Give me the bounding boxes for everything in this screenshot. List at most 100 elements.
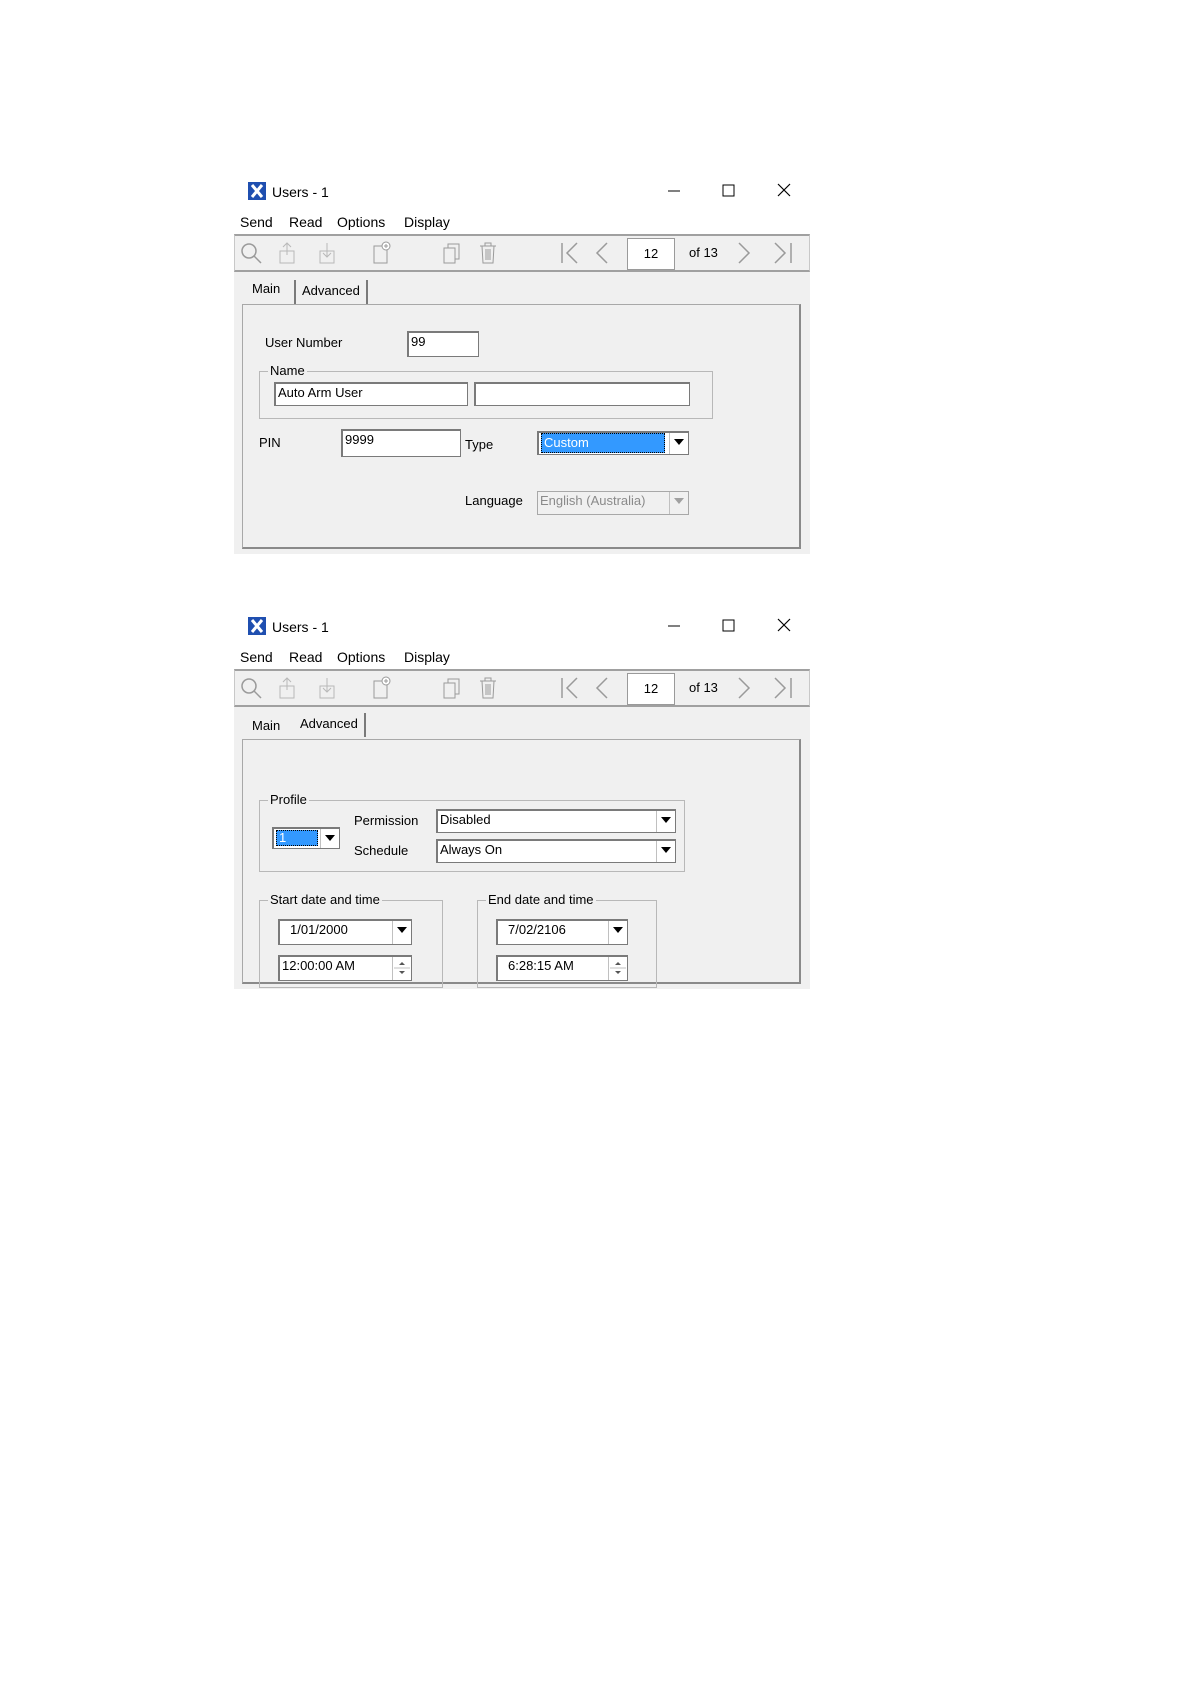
start-date-value: 1/01/2000 xyxy=(290,922,348,937)
profile-select[interactable]: 1 xyxy=(272,827,340,849)
record-count: of 13 xyxy=(689,245,718,260)
spinner-icon[interactable] xyxy=(608,957,627,980)
last-record-icon[interactable] xyxy=(769,241,795,265)
toolbar: 12 of 13 xyxy=(234,234,810,272)
menu-options[interactable]: Options xyxy=(337,649,385,665)
type-select[interactable]: Custom xyxy=(537,431,689,455)
dialog-body: Main Advanced Profile 1 Permission Disab… xyxy=(234,707,810,989)
tab-advanced[interactable]: Advanced xyxy=(294,280,368,304)
menu-send[interactable]: Send xyxy=(240,649,273,665)
minimize-icon[interactable] xyxy=(662,615,686,637)
type-value: Custom xyxy=(541,433,665,453)
title-bar: Users - 1 xyxy=(234,607,810,647)
window-title: Users - 1 xyxy=(272,619,329,635)
dropdown-arrow-icon[interactable] xyxy=(320,829,339,848)
end-date-picker[interactable]: 7/02/2106 xyxy=(496,919,628,945)
toolbar: 12 of 13 xyxy=(234,669,810,707)
record-number-field[interactable]: 12 xyxy=(627,238,675,270)
schedule-select[interactable]: Always On xyxy=(436,839,676,863)
start-time-value: 12:00:00 AM xyxy=(282,958,355,973)
first-record-icon[interactable] xyxy=(559,241,585,265)
record-number-field[interactable]: 12 xyxy=(627,673,675,705)
download-icon[interactable] xyxy=(315,241,341,265)
delete-icon[interactable] xyxy=(475,676,501,700)
permission-label: Permission xyxy=(354,813,419,828)
download-icon[interactable] xyxy=(315,676,341,700)
name-second-field[interactable] xyxy=(474,382,690,406)
window-title: Users - 1 xyxy=(272,184,329,200)
start-group-label: Start date and time xyxy=(268,892,382,907)
search-icon[interactable] xyxy=(238,676,264,700)
menu-send[interactable]: Send xyxy=(240,214,273,230)
menu-display[interactable]: Display xyxy=(404,214,450,230)
last-record-icon[interactable] xyxy=(769,676,795,700)
app-x-icon xyxy=(248,617,266,635)
maximize-icon[interactable] xyxy=(716,180,740,202)
permission-select[interactable]: Disabled xyxy=(436,809,676,833)
profile-group: Profile 1 Permission Disabled Schedule A… xyxy=(259,792,685,872)
name-group: Name Auto Arm User xyxy=(259,363,713,419)
menu-read[interactable]: Read xyxy=(289,214,322,230)
minimize-icon[interactable] xyxy=(662,180,686,202)
schedule-value: Always On xyxy=(440,842,503,857)
name-first-field[interactable]: Auto Arm User xyxy=(274,382,468,406)
delete-icon[interactable] xyxy=(475,241,501,265)
language-label: Language xyxy=(465,493,523,508)
end-group-label: End date and time xyxy=(486,892,596,907)
end-date-value: 7/02/2106 xyxy=(508,922,566,937)
upload-icon[interactable] xyxy=(275,676,301,700)
language-select[interactable]: English (Australia) xyxy=(537,491,689,515)
start-date-group: Start date and time 1/01/2000 12:00:00 A… xyxy=(259,892,443,988)
profile-value: 1 xyxy=(276,830,318,846)
menu-display[interactable]: Display xyxy=(404,649,450,665)
dropdown-arrow-icon[interactable] xyxy=(656,841,675,862)
start-time-field[interactable]: 12:00:00 AM xyxy=(278,955,412,981)
upload-icon[interactable] xyxy=(275,241,301,265)
menu-bar: Send Read Options Display xyxy=(234,212,810,234)
tab-advanced[interactable]: Advanced xyxy=(294,713,366,737)
schedule-label: Schedule xyxy=(354,843,409,858)
app-x-icon xyxy=(248,182,266,200)
language-value: English (Australia) xyxy=(540,493,646,508)
menu-bar: Send Read Options Display xyxy=(234,647,810,669)
user-number-field[interactable]: 99 xyxy=(407,331,479,357)
previous-record-icon[interactable] xyxy=(591,676,617,700)
tab-main[interactable]: Main xyxy=(246,278,287,302)
new-record-icon[interactable] xyxy=(369,241,395,265)
first-record-icon[interactable] xyxy=(559,676,585,700)
next-record-icon[interactable] xyxy=(731,241,757,265)
name-group-label: Name xyxy=(268,363,307,378)
profile-group-label: Profile xyxy=(268,792,309,807)
main-tab-panel: User Number 99 Name Auto Arm User PIN 99… xyxy=(242,304,801,549)
maximize-icon[interactable] xyxy=(716,615,740,637)
permission-value: Disabled xyxy=(440,812,491,827)
end-time-value: 6:28:15 AM xyxy=(508,958,574,973)
dropdown-arrow-icon[interactable] xyxy=(669,433,688,454)
previous-record-icon[interactable] xyxy=(591,241,617,265)
start-date-picker[interactable]: 1/01/2000 xyxy=(278,919,412,945)
dropdown-arrow-icon[interactable] xyxy=(669,492,688,514)
close-icon[interactable] xyxy=(772,615,796,637)
copy-icon[interactable] xyxy=(439,241,465,265)
advanced-tab-panel: Profile 1 Permission Disabled Schedule A… xyxy=(242,739,801,988)
spinner-icon[interactable] xyxy=(392,957,411,980)
next-record-icon[interactable] xyxy=(731,676,757,700)
type-label: Type xyxy=(465,437,494,452)
title-bar: Users - 1 xyxy=(234,172,810,212)
close-icon[interactable] xyxy=(772,180,796,202)
pin-label: PIN xyxy=(259,435,281,450)
end-time-field[interactable]: 6:28:15 AM xyxy=(496,955,628,981)
copy-icon[interactable] xyxy=(439,676,465,700)
dropdown-arrow-icon[interactable] xyxy=(608,921,627,944)
end-date-group: End date and time 7/02/2106 6:28:15 AM xyxy=(477,892,657,988)
menu-options[interactable]: Options xyxy=(337,214,385,230)
dropdown-arrow-icon[interactable] xyxy=(392,921,411,944)
search-icon[interactable] xyxy=(238,241,264,265)
new-record-icon[interactable] xyxy=(369,676,395,700)
menu-read[interactable]: Read xyxy=(289,649,322,665)
record-count: of 13 xyxy=(689,680,718,695)
dialog-body: Main Advanced User Number 99 Name Auto A… xyxy=(234,272,810,554)
dropdown-arrow-icon[interactable] xyxy=(656,811,675,832)
pin-field[interactable]: 9999 xyxy=(341,429,461,457)
tab-main[interactable]: Main xyxy=(246,715,286,739)
